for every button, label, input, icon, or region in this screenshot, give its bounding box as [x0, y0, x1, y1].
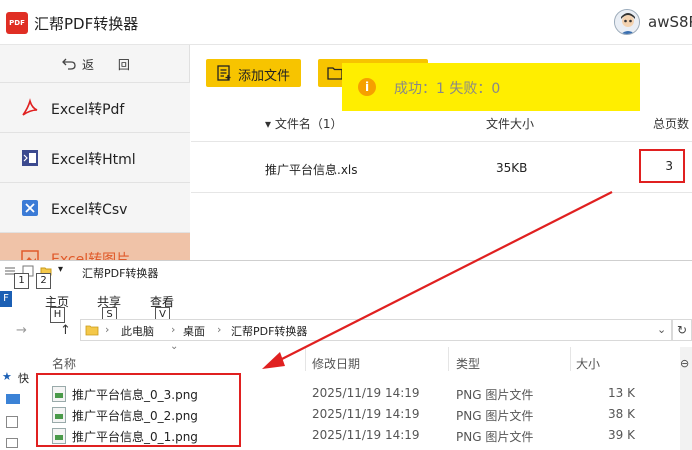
- file-size: 39 K: [608, 428, 635, 442]
- key-tip-2: 2: [36, 273, 51, 289]
- row-pages: 3: [665, 159, 673, 173]
- documents-icon[interactable]: [6, 438, 18, 448]
- file-date: 2025/11/19 14:19: [312, 428, 420, 442]
- row-file-size: 35KB: [496, 161, 528, 175]
- add-folder-icon: [327, 67, 343, 80]
- sidebar-item-label: Excel转Pdf: [51, 102, 125, 118]
- breadcrumb-folder[interactable]: 汇帮PDF转换器: [231, 323, 307, 339]
- file-type: PNG 图片文件: [456, 409, 534, 423]
- col-header-date[interactable]: 修改日期: [312, 355, 360, 372]
- user-name[interactable]: awS8P: [648, 13, 692, 31]
- back-button[interactable]: 返 回: [0, 45, 190, 83]
- back-arrow-icon[interactable]: →: [16, 323, 27, 338]
- folder-icon: [85, 325, 99, 336]
- col-header-name-label: 文件名（1）: [274, 117, 343, 131]
- file-size: 38 K: [608, 407, 635, 421]
- back-arrow-icon: [62, 58, 76, 70]
- file-explorer-window: ▾ 汇帮PDF转换器 1 2 F 主页 H 共享 S 查看 V → ↑ › 此电…: [0, 260, 692, 450]
- downloads-icon[interactable]: [6, 416, 18, 428]
- col-header-size[interactable]: 文件大小: [486, 115, 534, 132]
- csv-icon: [22, 200, 38, 216]
- html-icon: [22, 150, 38, 166]
- refresh-icon[interactable]: ↻: [672, 319, 692, 341]
- up-arrow-icon[interactable]: ↑: [60, 323, 71, 338]
- sidebar-item-label: Excel转Html: [51, 152, 136, 168]
- result-toast: i 成功：1 失败：0: [342, 63, 640, 111]
- breadcrumb-separator-icon: ›: [105, 323, 110, 336]
- toast-text: 成功：1 失败：0: [394, 81, 501, 97]
- file-type: PNG 图片文件: [456, 388, 534, 402]
- address-dropdown-icon[interactable]: ⌄: [657, 323, 666, 336]
- pages-highlight-box: 3: [639, 149, 685, 183]
- address-bar[interactable]: › 此电脑 › 桌面 › 汇帮PDF转换器 ⌄: [80, 319, 672, 341]
- add-file-button[interactable]: 添加文件: [206, 59, 301, 87]
- sidebar-item-excel-to-pdf[interactable]: Excel转Pdf: [0, 83, 190, 133]
- sidebar-item-label: Excel转Csv: [51, 202, 128, 218]
- add-file-label: 添加文件: [238, 69, 291, 84]
- col-header-type[interactable]: 类型: [456, 355, 480, 372]
- column-separator: [305, 347, 306, 371]
- col-header-pages[interactable]: 总页数: [653, 115, 689, 132]
- quick-access-star-icon[interactable]: ★: [2, 370, 12, 383]
- sidebar-item-excel-to-html[interactable]: Excel转Html: [0, 133, 190, 183]
- explorer-title: 汇帮PDF转换器: [82, 267, 159, 280]
- file-menu-key-tip[interactable]: F: [0, 291, 12, 307]
- user-avatar[interactable]: [614, 9, 640, 35]
- app-title: 汇帮PDF转换器: [34, 15, 139, 33]
- breadcrumb-separator-icon: ›: [217, 323, 222, 336]
- app-logo-icon: PDF: [6, 12, 28, 34]
- breadcrumb-separator-icon: ›: [171, 323, 176, 336]
- breadcrumb-this-pc[interactable]: 此电脑: [121, 323, 154, 339]
- customize-dropdown-icon[interactable]: ▾: [58, 264, 63, 275]
- col-header-name[interactable]: 名称: [52, 355, 76, 372]
- file-date: 2025/11/19 14:19: [312, 386, 420, 400]
- avatar-icon: [615, 10, 639, 34]
- sort-down-icon: ▾: [265, 117, 272, 131]
- column-separator: [448, 347, 449, 371]
- file-date: 2025/11/19 14:19: [312, 407, 420, 421]
- row-file-name[interactable]: 推广平台信息.xls: [265, 161, 358, 178]
- breadcrumb-desktop[interactable]: 桌面: [183, 323, 205, 339]
- scroll-collapse-icon[interactable]: ⊖: [680, 357, 689, 370]
- col-header-size[interactable]: 大小: [576, 355, 600, 372]
- back-label: 返 回: [82, 58, 140, 72]
- table-divider: [191, 192, 692, 193]
- info-icon: i: [358, 78, 376, 96]
- files-highlight-box: [36, 373, 241, 447]
- file-size: 13 K: [608, 386, 635, 400]
- explorer-titlebar: ▾ 汇帮PDF转换器: [0, 261, 692, 285]
- pdf-icon: [22, 98, 38, 116]
- vertical-scrollbar[interactable]: ⊖: [680, 347, 692, 450]
- sidebar-item-excel-to-csv[interactable]: Excel转Csv: [0, 183, 190, 233]
- file-type: PNG 图片文件: [456, 430, 534, 444]
- collapse-chevron-icon[interactable]: ⌄: [170, 341, 178, 352]
- address-row: → ↑ › 此电脑 › 桌面 › 汇帮PDF转换器 ⌄ ↻: [0, 319, 692, 343]
- col-header-name[interactable]: ▾ 文件名（1）: [265, 115, 343, 132]
- key-tip-1: 1: [14, 273, 29, 289]
- add-file-icon: [217, 65, 231, 81]
- navigation-pane: ★ 快: [0, 366, 36, 450]
- quick-access-label[interactable]: 快: [18, 370, 29, 386]
- desktop-icon[interactable]: [6, 394, 20, 404]
- app-titlebar: PDF 汇帮PDF转换器 awS8P: [0, 0, 692, 45]
- column-separator: [570, 347, 571, 371]
- table-divider: [191, 141, 692, 142]
